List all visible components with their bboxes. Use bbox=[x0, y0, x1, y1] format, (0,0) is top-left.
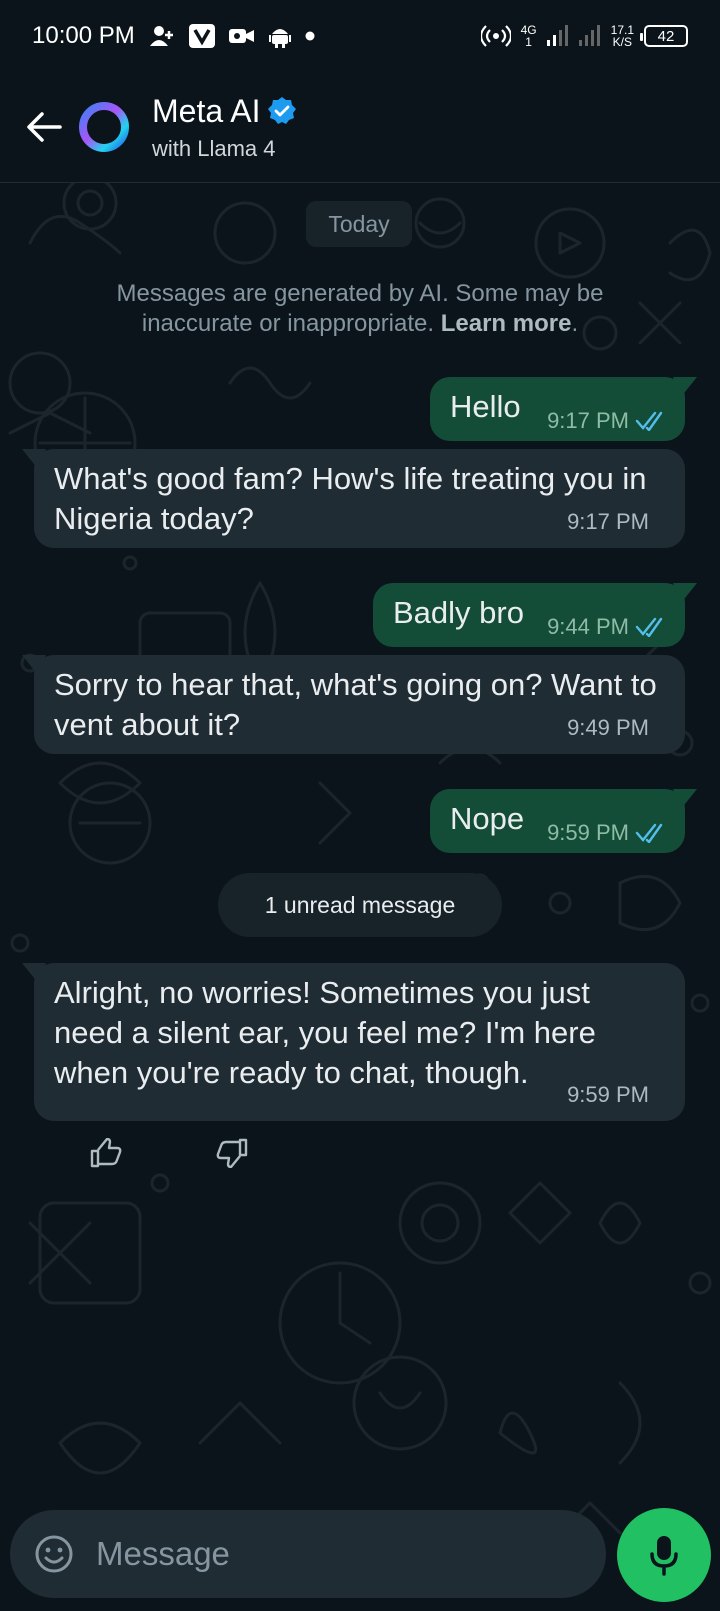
double-check-icon bbox=[635, 411, 663, 431]
status-time: 10:00 PM bbox=[32, 22, 135, 49]
message-bubble-outgoing[interactable]: Hello 9:17 PM bbox=[430, 377, 697, 441]
v-app-icon bbox=[188, 24, 215, 48]
message-text: Alright, no worries! Sometimes you just … bbox=[54, 975, 596, 1090]
signal-strength-2-icon bbox=[578, 25, 601, 47]
bubble-tail bbox=[673, 377, 697, 397]
hotspot-icon bbox=[480, 25, 511, 47]
message-input[interactable] bbox=[94, 1534, 574, 1574]
message-text: Badly bro bbox=[393, 595, 524, 630]
double-check-icon bbox=[635, 823, 663, 843]
disclaimer-period: . bbox=[571, 310, 579, 337]
status-bar: 10:00 PM 4G 1 17.1 K/S 42 bbox=[0, 0, 720, 72]
unread-messages-chip: 1 unread message bbox=[218, 873, 502, 937]
voice-message-button[interactable] bbox=[617, 1508, 711, 1602]
dislike-button[interactable] bbox=[212, 1133, 252, 1173]
meta-ai-ring-icon bbox=[79, 102, 129, 152]
bubble-tail bbox=[22, 963, 46, 983]
bubble-tail bbox=[22, 449, 46, 469]
message-meta: 9:17 PM bbox=[547, 401, 669, 441]
message-text: Nope bbox=[450, 801, 525, 836]
message-text: Hello bbox=[450, 389, 521, 424]
arrow-left-icon bbox=[27, 112, 62, 142]
network-speed: 17.1 K/S bbox=[610, 23, 634, 49]
contact-name: Meta AI bbox=[152, 92, 261, 129]
signal-strength-icon bbox=[546, 25, 569, 47]
bubble-tail bbox=[673, 789, 697, 809]
bubble-tail bbox=[22, 655, 46, 675]
header-info[interactable]: Meta AI with Llama 4 bbox=[152, 93, 297, 162]
message-meta: 9:59 PM bbox=[547, 813, 669, 853]
message-list: Today Messages are generated by AI. Some… bbox=[0, 183, 720, 1493]
contact-name-row: Meta AI bbox=[152, 93, 297, 130]
android-icon bbox=[268, 24, 291, 48]
thumbs-down-icon bbox=[216, 1138, 248, 1168]
feedback-row bbox=[86, 1133, 252, 1173]
message-bubble-outgoing[interactable]: Nope 9:59 PM bbox=[430, 789, 697, 853]
like-button[interactable] bbox=[86, 1133, 126, 1173]
chat-header: Meta AI with Llama 4 bbox=[0, 72, 720, 183]
chat-screen: 10:00 PM 4G 1 17.1 K/S 42 Meta AI with L… bbox=[0, 0, 720, 1611]
video-camera-icon bbox=[228, 26, 255, 46]
message-bubble-outgoing[interactable]: Badly bro 9:44 PM bbox=[373, 583, 697, 647]
notification-dot-icon bbox=[305, 31, 315, 41]
message-time: 9:59 PM bbox=[567, 1082, 649, 1107]
thumbs-up-icon bbox=[90, 1138, 122, 1168]
contact-subtitle: with Llama 4 bbox=[152, 135, 276, 161]
back-button[interactable] bbox=[12, 95, 76, 159]
avatar[interactable] bbox=[76, 99, 132, 155]
learn-more-link[interactable]: Learn more bbox=[441, 310, 572, 337]
network-type: 4G 1 bbox=[520, 23, 537, 49]
message-meta: 9:44 PM bbox=[547, 607, 669, 647]
battery-indicator: 42 bbox=[640, 25, 688, 47]
message-bubble-incoming[interactable]: Alright, no worries! Sometimes you just … bbox=[22, 963, 685, 1121]
double-check-icon bbox=[635, 617, 663, 637]
microphone-icon bbox=[650, 1536, 678, 1576]
message-time: 9:17 PM bbox=[547, 408, 629, 433]
emoji-icon bbox=[35, 1535, 73, 1573]
message-time: 9:59 PM bbox=[547, 820, 629, 845]
verified-badge-icon bbox=[267, 97, 296, 124]
message-time: 9:49 PM bbox=[567, 715, 649, 740]
message-composer bbox=[10, 1510, 606, 1598]
add-contact-icon bbox=[149, 25, 175, 47]
bubble-tail bbox=[673, 583, 697, 603]
message-bubble-incoming[interactable]: What's good fam? How's life treating you… bbox=[22, 449, 685, 548]
message-bubble-incoming[interactable]: Sorry to hear that, what's going on? Wan… bbox=[22, 655, 685, 754]
date-chip: Today bbox=[306, 201, 412, 247]
message-time: 9:44 PM bbox=[547, 614, 629, 639]
emoji-button[interactable] bbox=[32, 1532, 76, 1576]
ai-disclaimer: Messages are generated by AI. Some may b… bbox=[80, 279, 640, 339]
message-time: 9:17 PM bbox=[567, 509, 649, 534]
